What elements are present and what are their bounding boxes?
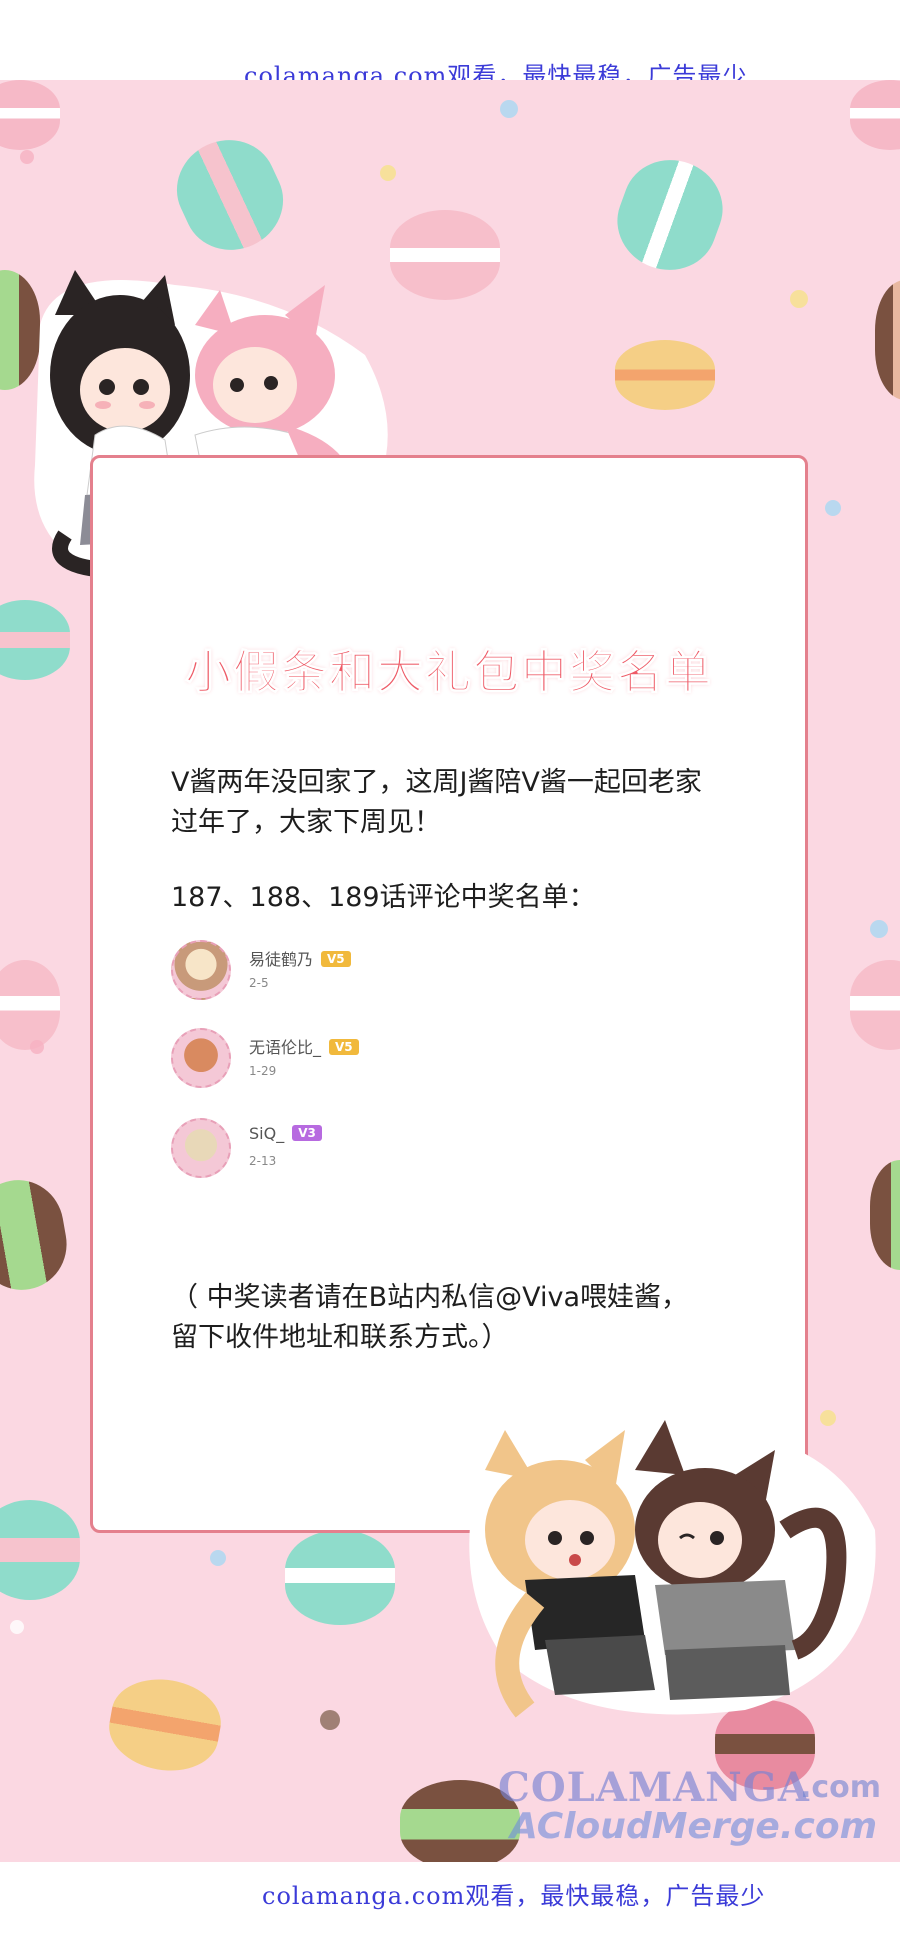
sprinkle-decoration — [870, 920, 888, 938]
sprinkle-decoration — [210, 1550, 226, 1566]
sprinkle-decoration — [500, 100, 518, 118]
winner-avatar[interactable] — [171, 1118, 231, 1178]
vip-level-badge: V5 — [321, 951, 351, 967]
winner-list-heading: 187、188、189话评论中奖名单： — [171, 882, 596, 913]
winner-name[interactable]: SiQ_ — [249, 1124, 284, 1143]
macaron-decoration — [604, 146, 736, 284]
card-title: 小假条和大礼包中奖名单 — [185, 645, 713, 700]
macaron-decoration — [103, 1671, 227, 1779]
macaron-decoration — [0, 1173, 74, 1297]
sprinkle-decoration — [20, 150, 34, 164]
macaron-decoration — [390, 210, 500, 300]
watermark-brand: COLAMANGA — [498, 1764, 810, 1811]
chibi-cats-illustration-bottom — [465, 1410, 885, 1730]
announcement-card: 小假条和大礼包中奖名单 V酱两年没回家了，这周J酱陪V酱一起回老家 过年了，大家… — [90, 455, 808, 1533]
sprinkle-decoration — [825, 500, 841, 516]
macaron-decoration — [285, 1530, 395, 1625]
watermark-sub: ACloudMerge.com — [510, 1806, 878, 1847]
footer-line-1: （ 中奖读者请在B站内私信@Viva喂娃酱， — [171, 1282, 689, 1313]
winner-name-row: 易徒鹤乃 V5 — [249, 946, 351, 970]
footer-line-2: 留下收件地址和联系方式。） — [171, 1322, 509, 1353]
comment-date: 2-5 — [249, 976, 269, 990]
bottom-banner: colamanga.com观看，最快最稳，广告最少 — [0, 1862, 900, 1945]
notice-line-2: 过年了，大家下周见！ — [171, 807, 441, 838]
sprinkle-decoration — [30, 1040, 44, 1054]
winner-entry[interactable]: 无语伦比_ V5 1-29 — [171, 1028, 571, 1098]
winner-avatar[interactable] — [171, 940, 231, 1000]
macaron-decoration — [0, 960, 60, 1050]
winner-entry[interactable]: 易徒鹤乃 V5 2-5 — [171, 940, 571, 1010]
vip-level-badge: V3 — [292, 1125, 322, 1141]
winner-entry[interactable]: SiQ_ V3 2-13 — [171, 1118, 571, 1188]
macaron-decoration — [850, 80, 900, 150]
notice-line-1: V酱两年没回家了，这周J酱陪V酱一起回老家 — [171, 767, 702, 798]
chibi-cats-drawing — [469, 1420, 876, 1718]
macaron-decoration — [161, 124, 299, 266]
macaron-decoration — [850, 960, 900, 1050]
winner-name-row: 无语伦比_ V5 — [249, 1034, 359, 1058]
top-banner: colamanga.com观看，最快最稳，广告最少 — [0, 0, 900, 90]
winner-name[interactable]: 易徒鹤乃 — [249, 950, 313, 969]
macaron-decoration — [615, 340, 715, 410]
macaron-decoration — [0, 80, 60, 150]
macaron-decoration — [875, 280, 900, 400]
site-banner-link[interactable]: colamanga.com观看，最快最稳，广告最少 — [262, 1876, 765, 1911]
comment-date: 2-13 — [249, 1154, 277, 1168]
sprinkle-decoration — [380, 165, 396, 181]
comment-date: 1-29 — [249, 1064, 277, 1078]
vip-level-badge: V5 — [329, 1039, 359, 1055]
sprinkle-decoration — [790, 290, 808, 308]
winner-avatar[interactable] — [171, 1028, 231, 1088]
winner-name-row: SiQ_ V3 — [249, 1124, 322, 1143]
sprinkle-decoration — [10, 1620, 24, 1634]
winner-name[interactable]: 无语伦比_ — [249, 1038, 321, 1057]
macaron-decoration — [0, 600, 70, 680]
macaron-decoration — [0, 1500, 80, 1600]
watermark-suffix: .com — [800, 1770, 882, 1805]
sprinkle-decoration — [320, 1710, 340, 1730]
macaron-decoration — [870, 1160, 900, 1270]
